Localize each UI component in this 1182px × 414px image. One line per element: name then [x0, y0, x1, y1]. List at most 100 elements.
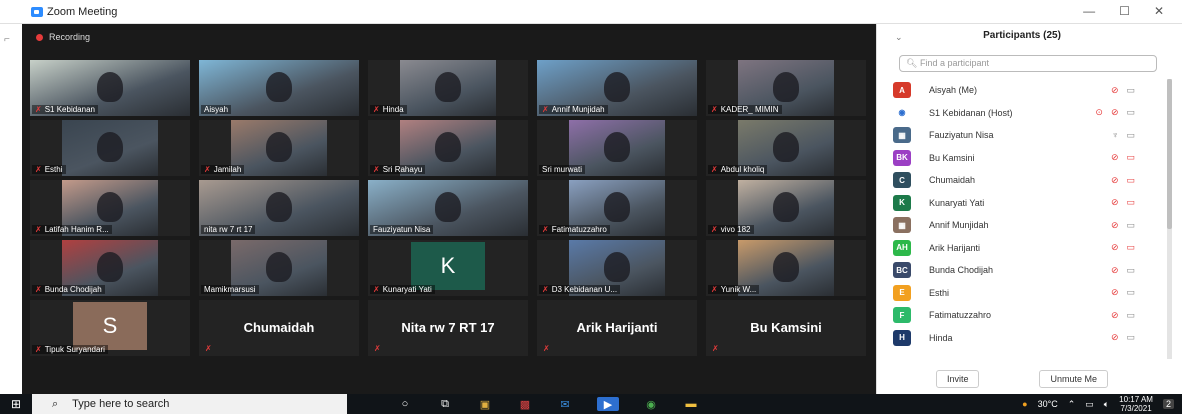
- participant-row[interactable]: C Chumaidah ⊘ ▭: [893, 169, 1163, 192]
- video-tile[interactable]: K ✗ Kunaryati Yati: [368, 240, 528, 296]
- clock[interactable]: 10:17 AM 7/3/2021: [1119, 395, 1153, 413]
- network-icon[interactable]: ▭: [1085, 399, 1094, 410]
- notification-icon[interactable]: 2: [1162, 399, 1174, 409]
- camera-icon[interactable]: ▭: [1126, 85, 1135, 96]
- participant-row[interactable]: H Hinda ⊘ ▭: [893, 327, 1163, 350]
- mic-muted-icon[interactable]: ⊘: [1111, 332, 1119, 343]
- mic-on-icon[interactable]: ♆: [1112, 130, 1119, 141]
- volume-icon[interactable]: 🔈︎: [1104, 399, 1109, 410]
- mail-icon[interactable]: ✉: [557, 397, 573, 411]
- participant-avatar: K: [893, 194, 911, 211]
- video-tile[interactable]: Fauziyatun Nisa: [368, 180, 528, 236]
- windows-start-icon[interactable]: ⊞: [0, 397, 32, 411]
- video-tile[interactable]: ✗ KADER_ MIMIN: [706, 60, 866, 116]
- task-view-icon[interactable]: ⧉: [437, 397, 453, 411]
- video-tile[interactable]: Arik Harijanti ✗: [537, 300, 697, 356]
- mic-muted-icon[interactable]: ⊘: [1111, 197, 1119, 208]
- store-icon[interactable]: ▣: [477, 397, 493, 411]
- mic-muted-icon[interactable]: ⊘: [1111, 107, 1119, 118]
- participant-row[interactable]: F Fatimatuzzahro ⊘ ▭: [893, 304, 1163, 327]
- participant-avatar: K: [411, 242, 485, 290]
- camera-off-icon[interactable]: ▭: [1126, 175, 1135, 186]
- video-tile[interactable]: Aisyah: [199, 60, 359, 116]
- camera-icon[interactable]: ▭: [1126, 130, 1135, 141]
- mic-muted-icon[interactable]: ⊘: [1111, 175, 1119, 186]
- participant-row[interactable]: E Esthi ⊘ ▭: [893, 282, 1163, 305]
- video-tile[interactable]: nita rw 7 rt 17: [199, 180, 359, 236]
- video-tile[interactable]: ✗ Latifah Hanim R...: [30, 180, 190, 236]
- minimize-button[interactable]: —: [1083, 4, 1095, 18]
- mic-muted-icon[interactable]: ⊘: [1111, 310, 1119, 321]
- participant-row[interactable]: K Kunaryati Yati ⊘ ▭: [893, 192, 1163, 215]
- file-explorer-icon[interactable]: ▬: [683, 397, 699, 411]
- participant-status-icons: ♆ ▭: [1112, 130, 1135, 141]
- participant-row[interactable]: AH Arik Harijanti ⊘ ▭: [893, 237, 1163, 260]
- weather-temp[interactable]: 30°C: [1038, 399, 1058, 409]
- maximize-button[interactable]: ☐: [1119, 4, 1130, 18]
- participant-status-icons: ⊘ ▭: [1111, 85, 1135, 96]
- participant-status-icons: ⊘ ▭: [1111, 287, 1135, 298]
- cortana-icon[interactable]: ○: [397, 397, 413, 411]
- participant-name: Kunaryati Yati: [929, 197, 985, 208]
- participants-scrollbar[interactable]: [1167, 79, 1172, 359]
- weather-icon[interactable]: ●: [1022, 399, 1027, 409]
- video-tile[interactable]: Sri murwati: [537, 120, 697, 176]
- video-tile[interactable]: Bu Kamsini ✗: [706, 300, 866, 356]
- participant-row[interactable]: BC Bunda Chodijah ⊘ ▭: [893, 259, 1163, 282]
- camera-icon[interactable]: ▭: [1126, 310, 1135, 321]
- camera-icon[interactable]: ▭: [1126, 332, 1135, 343]
- participant-name: Arik Harijanti: [929, 242, 981, 253]
- chrome-icon[interactable]: ◉: [643, 397, 659, 411]
- invite-button[interactable]: Invite: [935, 370, 980, 388]
- camera-icon[interactable]: ▭: [1126, 107, 1135, 118]
- video-tile[interactable]: Mamikmarsusi: [199, 240, 359, 296]
- unmute-me-button[interactable]: Unmute Me: [1039, 370, 1109, 388]
- participant-search-input[interactable]: 🔍︎ Find a participant: [899, 55, 1157, 72]
- video-tile[interactable]: ✗ D3 Kebidanan U...: [537, 240, 697, 296]
- video-tile[interactable]: ✗ Hinda: [368, 60, 528, 116]
- mic-muted-icon[interactable]: ⊘: [1111, 152, 1119, 163]
- gift-icon[interactable]: ▩: [517, 397, 533, 411]
- mic-muted-icon[interactable]: ⊘: [1111, 220, 1119, 231]
- camera-icon[interactable]: ▭: [1126, 287, 1135, 298]
- participant-row[interactable]: ▦ Fauziyatun Nisa ♆ ▭: [893, 124, 1163, 147]
- camera-off-icon[interactable]: ▭: [1126, 197, 1135, 208]
- tray-chevron-icon[interactable]: ⌃: [1068, 399, 1076, 410]
- scrollbar-thumb[interactable]: [1167, 79, 1172, 229]
- mic-muted-icon[interactable]: ⊘: [1111, 85, 1119, 96]
- video-tile[interactable]: ✗ vivo 182: [706, 180, 866, 236]
- participant-avatar: BK: [893, 149, 911, 166]
- video-tile[interactable]: ✗ S1 Kebidanan: [30, 60, 190, 116]
- video-tile[interactable]: ✗ Yunik W...: [706, 240, 866, 296]
- participant-status-icons: ⊘ ▭: [1111, 242, 1135, 253]
- camera-off-icon[interactable]: ▭: [1126, 152, 1135, 163]
- participant-name-display: Arik Harijanti: [576, 320, 658, 335]
- participant-name: Hinda: [929, 332, 953, 343]
- video-tile[interactable]: Nita rw 7 RT 17 ✗: [368, 300, 528, 356]
- mic-muted-icon[interactable]: ⊘: [1111, 242, 1119, 253]
- video-tile[interactable]: S ✗ Tipuk Suryandari: [30, 300, 190, 356]
- participant-label: ✗ Latifah Hanim R...: [32, 225, 112, 234]
- video-tile[interactable]: ✗ Esthi: [30, 120, 190, 176]
- participant-row[interactable]: ◉ S1 Kebidanan (Host) ⊙ ⊘ ▭: [893, 102, 1163, 125]
- camera-icon[interactable]: ▭: [1126, 265, 1135, 276]
- zoom-taskbar-icon[interactable]: ▶: [597, 397, 619, 411]
- participant-name: Esthi: [929, 287, 950, 298]
- taskbar-search[interactable]: ⌕ Type here to search: [32, 394, 347, 414]
- participant-row[interactable]: ▦ Annif Munjidah ⊘ ▭: [893, 214, 1163, 237]
- mic-muted-icon[interactable]: ⊘: [1111, 265, 1119, 276]
- close-button[interactable]: ✕: [1154, 4, 1164, 18]
- video-tile[interactable]: ✗ Annif Munjidah: [537, 60, 697, 116]
- participant-row[interactable]: BK Bu Kamsini ⊘ ▭: [893, 147, 1163, 170]
- camera-off-icon[interactable]: ▭: [1126, 242, 1135, 253]
- mic-muted-icon[interactable]: ⊘: [1111, 287, 1119, 298]
- video-tile[interactable]: ✗ Abdul kholiq: [706, 120, 866, 176]
- video-tile[interactable]: ✗ Bunda Chodijah: [30, 240, 190, 296]
- camera-icon[interactable]: ▭: [1126, 220, 1135, 231]
- participant-row[interactable]: A Aisyah (Me) ⊘ ▭: [893, 79, 1163, 102]
- video-tile[interactable]: ✗ Jamilah: [199, 120, 359, 176]
- recording-indicator[interactable]: Recording: [36, 32, 90, 42]
- video-tile[interactable]: ✗ Fatimatuzzahro: [537, 180, 697, 236]
- video-tile[interactable]: ✗ Sri Rahayu: [368, 120, 528, 176]
- video-tile[interactable]: Chumaidah ✗: [199, 300, 359, 356]
